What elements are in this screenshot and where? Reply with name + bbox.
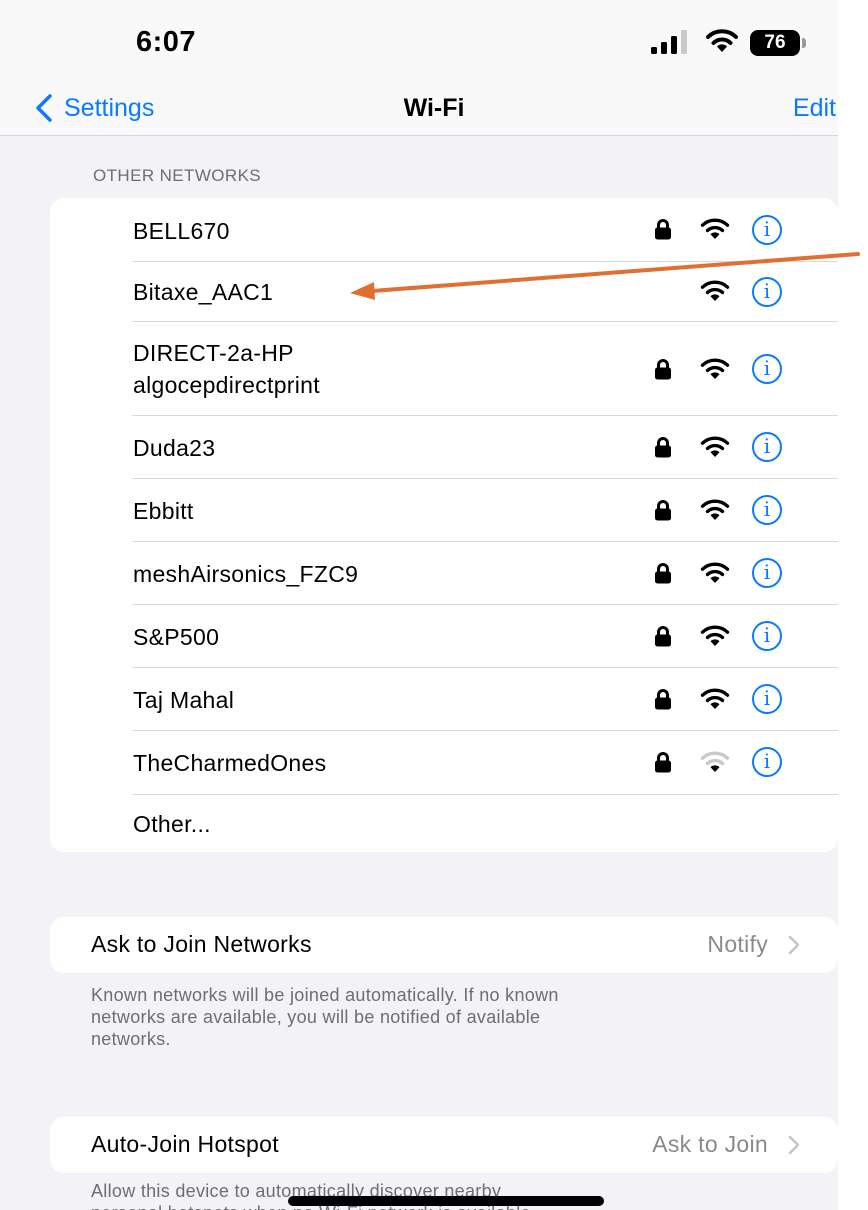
network-name: Bitaxe_AAC1 (133, 279, 274, 305)
info-icon[interactable]: i (752, 558, 782, 588)
lock-icon (655, 437, 671, 458)
auto-join-hotspot-row[interactable]: Auto-Join Hotspot Ask to Join (50, 1117, 838, 1173)
ask-to-join-value: Notify (707, 931, 768, 957)
battery-icon: 76 (750, 30, 806, 56)
status-time: 6:07 (136, 26, 197, 58)
wifi-icon (706, 29, 738, 52)
info-icon[interactable]: i (752, 747, 782, 777)
wifi-signal-icon (700, 625, 730, 646)
lock-icon (655, 563, 671, 584)
info-icon[interactable]: i (752, 621, 782, 651)
info-icon[interactable]: i (752, 495, 782, 525)
right-margin (838, 0, 868, 1210)
footnote-line: networks are available, you will be noti… (91, 1007, 541, 1027)
ask-to-join-label: Ask to Join Networks (91, 931, 312, 957)
footnote-line: networks. (91, 1029, 171, 1049)
network-name: Duda23 (133, 435, 216, 461)
info-icon[interactable]: i (752, 432, 782, 462)
info-icon[interactable]: i (752, 684, 782, 714)
ask-to-join-footnote: Known networks will be joined automatica… (91, 984, 791, 1050)
edit-button[interactable]: Edit (793, 94, 836, 123)
auto-join-hotspot-value: Ask to Join (652, 1131, 768, 1157)
network-name-line2: algocepdirectprint (133, 372, 320, 398)
wifi-weak-signal-icon (700, 751, 730, 772)
wifi-signal-icon (700, 436, 730, 457)
network-row[interactable]: Taj Mahal i (50, 668, 838, 731)
lock-icon (655, 752, 671, 773)
wifi-signal-icon (700, 218, 730, 239)
network-name: TheCharmedOnes (133, 750, 327, 776)
network-row[interactable]: Ebbitt i (50, 479, 838, 542)
battery-level: 76 (750, 30, 800, 56)
info-icon[interactable]: i (752, 354, 782, 384)
lock-icon (655, 359, 671, 380)
network-row[interactable]: BELL670 i (50, 198, 838, 262)
network-name: Taj Mahal (133, 687, 235, 713)
network-row[interactable]: S&P500 i (50, 605, 838, 668)
network-name: Ebbitt (133, 498, 194, 524)
footnote-line: Known networks will be joined automatica… (91, 985, 559, 1005)
wifi-signal-icon (700, 358, 730, 379)
wifi-signal-icon (700, 688, 730, 709)
network-row[interactable]: Bitaxe_AAC1 i (50, 262, 838, 322)
network-name: meshAirsonics_FZC9 (133, 561, 359, 587)
section-header-other-networks: OTHER NETWORKS (93, 166, 262, 185)
info-icon[interactable]: i (752, 277, 782, 307)
network-row[interactable]: Duda23 i (50, 416, 838, 479)
network-name: S&P500 (133, 624, 220, 650)
other-network-label: Other... (133, 811, 211, 837)
network-row[interactable]: meshAirsonics_FZC9 i (50, 542, 838, 605)
chevron-right-icon (788, 1135, 800, 1155)
network-name-line1: DIRECT-2a-HP (133, 340, 294, 366)
lock-icon (655, 219, 671, 240)
other-network-row[interactable]: Other... (50, 795, 838, 852)
info-icon[interactable]: i (752, 215, 782, 245)
navigation-bar: Settings Wi-Fi Edit (0, 80, 838, 136)
ask-to-join-networks-row[interactable]: Ask to Join Networks Notify (50, 917, 838, 973)
network-row[interactable]: TheCharmedOnes i (50, 731, 838, 795)
wifi-signal-icon (700, 280, 730, 301)
other-networks-list: BELL670 i Bitaxe_AAC1 i DIRECT-2a-HP alg… (50, 198, 838, 852)
network-name: BELL670 (133, 218, 230, 244)
battery-cap (802, 38, 806, 48)
page-title: Wi-Fi (403, 94, 465, 122)
home-indicator (288, 1196, 604, 1206)
auto-join-hotspot-label: Auto-Join Hotspot (91, 1131, 279, 1157)
signal-icon (651, 30, 687, 54)
wifi-signal-icon (700, 562, 730, 583)
wifi-signal-icon (700, 499, 730, 520)
lock-icon (655, 500, 671, 521)
status-bar: 6:07 76 (0, 0, 838, 80)
lock-icon (655, 689, 671, 710)
chevron-right-icon (788, 935, 800, 955)
network-row[interactable]: DIRECT-2a-HP algocepdirectprint i (50, 322, 838, 416)
lock-icon (655, 626, 671, 647)
